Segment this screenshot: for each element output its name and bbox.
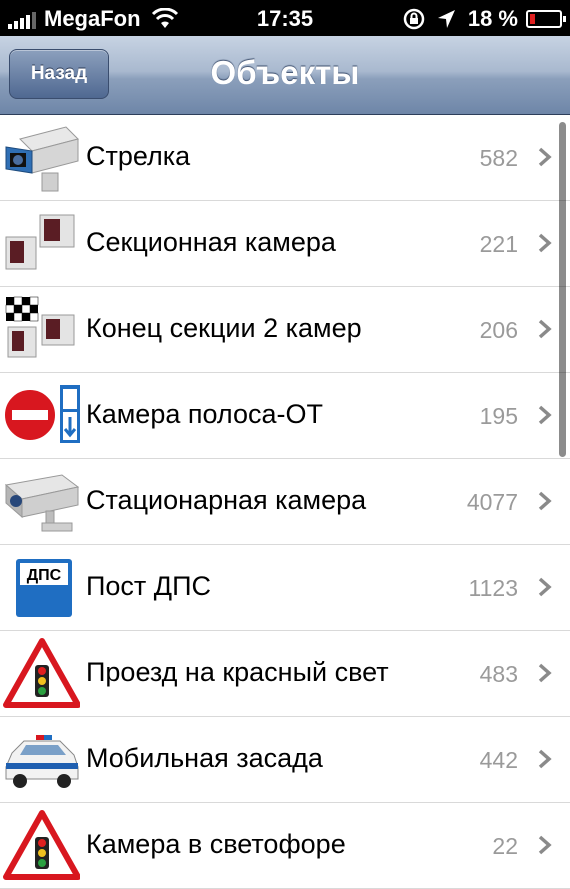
list-item[interactable]: Камера полоса-ОТ 195 [0, 373, 570, 459]
svg-text:ДПС: ДПС [27, 567, 62, 584]
list-item[interactable]: ДПС Пост ДПС 1123 [0, 545, 570, 631]
item-count: 442 [479, 747, 518, 773]
item-label: Стрелка [86, 141, 191, 171]
chevron-right-icon [538, 491, 552, 511]
item-label: Проезд на красный свет [86, 657, 389, 687]
list-item[interactable]: Камера в светофоре 22 [0, 803, 570, 889]
item-count: 195 [479, 403, 518, 429]
lane-camera-icon [3, 385, 80, 443]
item-count: 483 [479, 661, 518, 687]
chevron-right-icon [538, 577, 552, 597]
scrollbar[interactable] [559, 122, 566, 457]
chevron-right-icon [538, 147, 552, 167]
chevron-right-icon [538, 233, 552, 253]
police-car-icon [5, 735, 79, 788]
status-bar: MegaFon 17:35 18 % [0, 0, 570, 36]
item-count: 221 [479, 231, 518, 257]
list-item[interactable]: Стрелка 582 [0, 115, 570, 201]
chevron-right-icon [538, 319, 552, 339]
section-end-icon [5, 296, 75, 358]
stationary-camera-icon [4, 474, 80, 532]
item-label: Пост ДПС [86, 571, 211, 601]
item-label: Конец секции 2 камер [86, 313, 362, 343]
chevron-right-icon [538, 405, 552, 425]
battery-icon [526, 10, 566, 28]
location-arrow-icon [437, 10, 455, 28]
objects-list: Стрелка 582 Секционная камера 221 Конец … [0, 115, 570, 889]
item-count: 1123 [468, 575, 518, 601]
chevron-right-icon [538, 835, 552, 855]
battery-fill [530, 14, 536, 24]
item-label: Секционная камера [86, 227, 336, 257]
item-label: Камера полоса-ОТ [86, 399, 323, 429]
list-item[interactable]: Стационарная камера 4077 [0, 459, 570, 545]
list-item[interactable]: Конец секции 2 камер 206 [0, 287, 570, 373]
red-light-icon [3, 638, 80, 708]
item-label: Камера в светофоре [86, 829, 346, 859]
item-label: Стационарная камера [86, 485, 367, 515]
item-count: 22 [492, 833, 518, 859]
list-item[interactable]: Проезд на красный свет 483 [0, 631, 570, 717]
navigation-bar: Назад Объекты [0, 36, 570, 115]
item-count: 582 [479, 145, 518, 171]
item-count: 4077 [466, 489, 518, 515]
list-item[interactable]: Секционная камера 221 [0, 201, 570, 287]
list-item[interactable]: Мобильная засада 442 [0, 717, 570, 803]
item-label: Мобильная засада [86, 743, 323, 773]
dps-post-icon: ДПС [16, 559, 72, 617]
traffic-light-camera-icon [3, 810, 80, 880]
section-camera-icon [5, 214, 75, 270]
strelka-camera-icon [5, 126, 79, 192]
status-right: 18 % [402, 6, 566, 32]
chevron-right-icon [538, 749, 552, 769]
orientation-lock-icon [403, 8, 425, 30]
chevron-right-icon [538, 663, 552, 683]
page-title: Объекты [210, 54, 360, 91]
battery-percent: 18 % [467, 6, 518, 31]
item-count: 206 [479, 317, 518, 343]
